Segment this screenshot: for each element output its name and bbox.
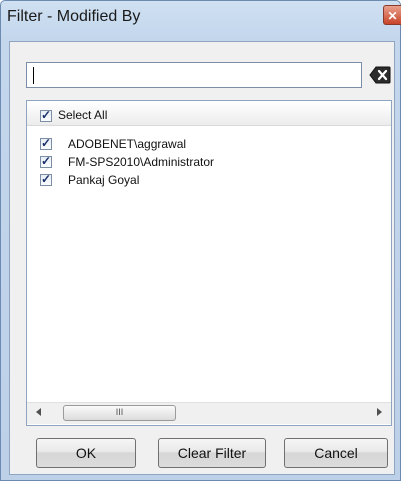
text-caret (33, 67, 34, 84)
select-all-checkbox[interactable]: ✓ (40, 108, 52, 122)
window-title: Filter - Modified By (7, 8, 141, 25)
close-button[interactable]: ✕ (383, 5, 401, 25)
scroll-right-arrow-icon[interactable] (377, 408, 382, 416)
list-item-label: Pankaj Goyal (68, 173, 140, 187)
item-checkbox-administrator[interactable]: ✓ (40, 154, 52, 168)
scroll-left-arrow-icon[interactable] (36, 408, 41, 416)
grip-icon: III (115, 407, 124, 417)
clear-search-button[interactable] (368, 64, 392, 86)
horizontal-scrollbar[interactable]: III (27, 402, 391, 424)
item-checkbox-aggrawal[interactable]: ✓ (40, 136, 52, 150)
ok-button[interactable]: OK (36, 438, 136, 468)
title-bar[interactable]: Filter - Modified By ✕ (1, 1, 401, 35)
select-all-label: Select All (58, 108, 108, 122)
clear-search-icon (369, 66, 391, 84)
item-checkbox-pankaj-goyal[interactable]: ✓ (40, 172, 52, 186)
background-strip (0, 481, 405, 487)
close-icon: ✕ (387, 9, 398, 23)
check-icon: ✓ (41, 172, 52, 186)
clear-filter-button[interactable]: Clear Filter (158, 438, 266, 468)
check-icon: ✓ (41, 136, 52, 150)
cancel-button[interactable]: Cancel (284, 438, 388, 468)
scrollbar-thumb[interactable]: III (63, 405, 176, 421)
search-input[interactable] (26, 62, 362, 88)
list-item-label: FM-SPS2010\Administrator (68, 155, 215, 169)
check-icon: ✓ (41, 108, 52, 122)
list-item-label: ADOBENET\aggrawal (68, 137, 187, 151)
check-icon: ✓ (41, 154, 52, 168)
